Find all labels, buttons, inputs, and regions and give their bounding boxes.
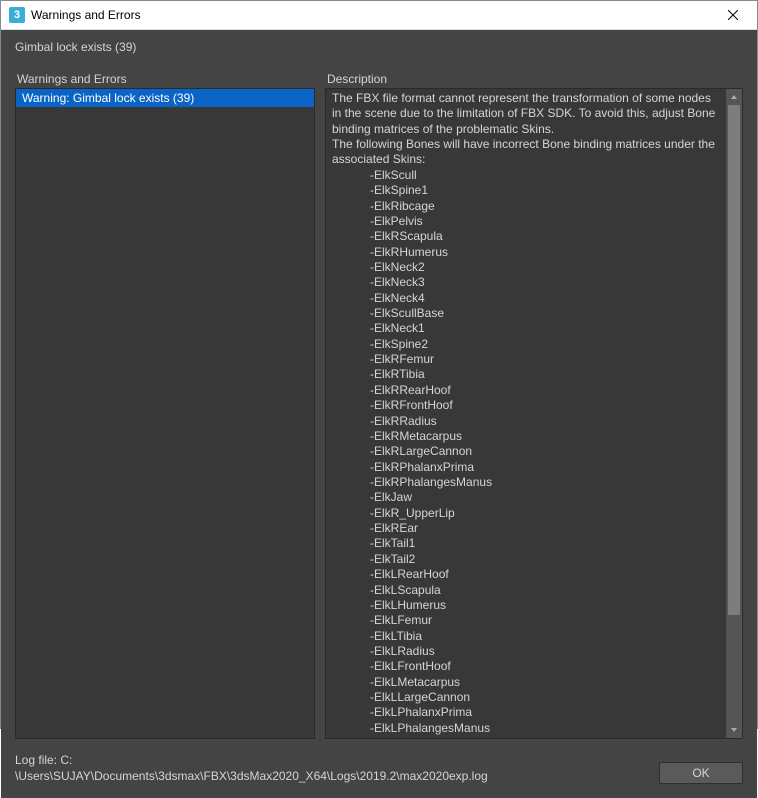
bone-line: -ElkRFemur: [332, 352, 720, 367]
bone-line: -ElkRRearHoof: [332, 383, 720, 398]
bone-line: -ElkRPhalanxPrima: [332, 460, 720, 475]
description-line: The FBX file format cannot represent the…: [332, 91, 720, 137]
bone-line: -ElkRScapula: [332, 229, 720, 244]
bone-line: -ElkLFemur: [332, 613, 720, 628]
bone-line: -ElkREar: [332, 521, 720, 536]
log-file-label: Log file: C: \Users\SUJAY\Documents\3dsm…: [15, 753, 649, 784]
scroll-down-button[interactable]: [726, 722, 742, 738]
ok-button[interactable]: OK: [659, 762, 743, 784]
bone-line: -ElkRLargeCannon: [332, 444, 720, 459]
bone-line: -ElkSpine2: [332, 337, 720, 352]
bone-line: -ElkNeck3: [332, 275, 720, 290]
description-line: The following Bones will have incorrect …: [332, 137, 720, 168]
bone-line: -ElkLMetacarpus: [332, 675, 720, 690]
close-button[interactable]: [710, 1, 755, 29]
list-item[interactable]: Warning: Gimbal lock exists (39): [16, 89, 314, 107]
bone-line: -ElkPelvis: [332, 214, 720, 229]
description-panel: Description The FBX file format cannot r…: [325, 72, 743, 739]
window-title: Warnings and Errors: [31, 8, 710, 22]
description-scrollbar[interactable]: [726, 89, 742, 738]
warnings-panel: Warnings and Errors Warning: Gimbal lock…: [15, 72, 315, 739]
bone-line: -ElkRFrontHoof: [332, 398, 720, 413]
bone-line: -ElkNeck1: [332, 321, 720, 336]
bone-line: -ElkNeck2: [332, 260, 720, 275]
scroll-thumb[interactable]: [728, 105, 740, 615]
titlebar: 3 Warnings and Errors: [1, 1, 757, 30]
bone-line: -ElkR_UpperLip: [332, 506, 720, 521]
close-icon: [728, 10, 738, 20]
dialog-window: 3 Warnings and Errors Gimbal lock exists…: [0, 0, 758, 729]
panels-row: Warnings and Errors Warning: Gimbal lock…: [1, 60, 757, 739]
log-prefix: Log file: C:: [15, 753, 649, 769]
bone-line: -ElkLFrontHoof: [332, 659, 720, 674]
content-area: Gimbal lock exists (39) Warnings and Err…: [1, 30, 757, 798]
bone-line: -ElkLTibia: [332, 629, 720, 644]
bone-line: -ElkRHumerus: [332, 245, 720, 260]
bone-line: -ElkRTibia: [332, 367, 720, 382]
bone-line: -ElkNeck4: [332, 291, 720, 306]
bone-line: -ElkLPhalanxPrima: [332, 705, 720, 720]
bone-line: -ElkScullBase: [332, 306, 720, 321]
bone-line: -ElkRibcage: [332, 199, 720, 214]
chevron-down-icon: [730, 726, 738, 734]
bone-line: -ElkRPhalangesManus: [332, 475, 720, 490]
bone-line: -ElkLRearHoof: [332, 567, 720, 582]
description-textbox[interactable]: The FBX file format cannot represent the…: [326, 89, 726, 738]
warnings-listbox[interactable]: Warning: Gimbal lock exists (39): [15, 88, 315, 739]
bone-line: -ElkRRadius: [332, 414, 720, 429]
bone-line: -ElkScull: [332, 168, 720, 183]
log-path: \Users\SUJAY\Documents\3dsmax\FBX\3dsMax…: [15, 769, 649, 785]
bone-line: -ElkLPhalangesManus: [332, 721, 720, 736]
scroll-up-button[interactable]: [726, 89, 742, 105]
bone-line: -ElkRMetacarpus: [332, 429, 720, 444]
bone-line: -ElkLLargeCannon: [332, 690, 720, 705]
bone-line: -ElkTail2: [332, 552, 720, 567]
warnings-label: Warnings and Errors: [15, 72, 315, 86]
summary-label: Gimbal lock exists (39): [1, 30, 757, 60]
chevron-up-icon: [730, 93, 738, 101]
bone-line: -ElkLRadius: [332, 644, 720, 659]
bone-line: -ElkTail1: [332, 536, 720, 551]
description-container: The FBX file format cannot represent the…: [325, 88, 743, 739]
bone-line: -ElkLHumerus: [332, 598, 720, 613]
footer-area: Log file: C: \Users\SUJAY\Documents\3dsm…: [1, 739, 757, 798]
bone-line: -ElkJaw: [332, 490, 720, 505]
bone-line: -ElkSpine1: [332, 183, 720, 198]
app-icon: 3: [9, 7, 25, 23]
description-label: Description: [325, 72, 743, 86]
bone-line: -ElkLScapula: [332, 583, 720, 598]
